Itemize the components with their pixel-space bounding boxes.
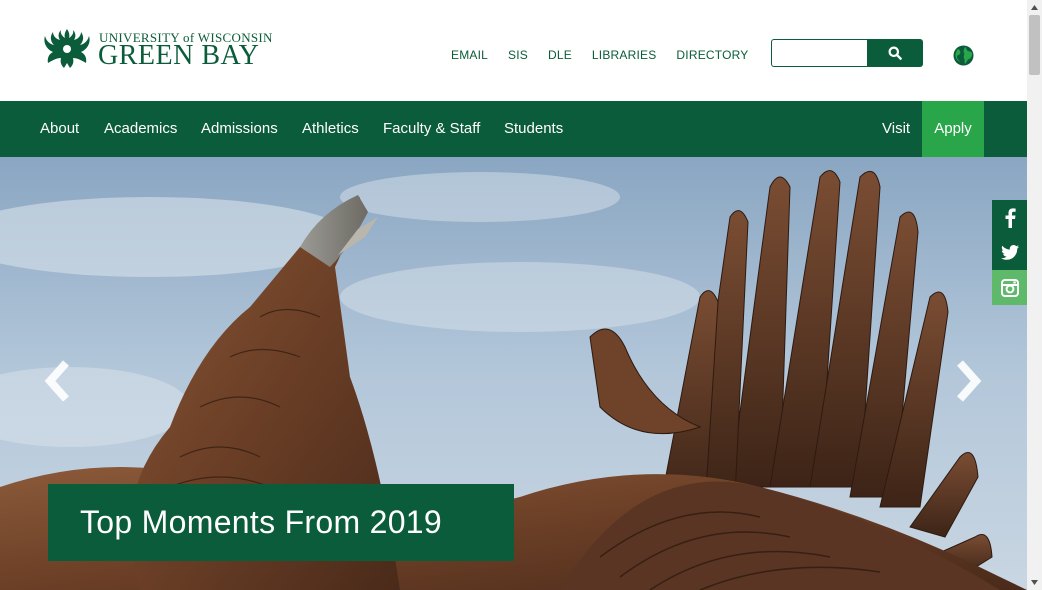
- hero-caption[interactable]: Top Moments From 2019: [48, 484, 514, 561]
- university-logo[interactable]: UNIVERSITY of WISCONSIN GREEN BAY: [43, 27, 272, 71]
- main-nav: About Academics Admissions Athletics Fac…: [0, 101, 1027, 157]
- search-button[interactable]: [867, 39, 923, 67]
- nav-item-academics[interactable]: Academics: [104, 101, 177, 157]
- phoenix-logo-icon: [44, 29, 90, 68]
- utility-link-directory[interactable]: DIRECTORY: [676, 48, 748, 62]
- utility-link-email[interactable]: EMAIL: [451, 48, 488, 62]
- instagram-icon: [1000, 278, 1019, 297]
- page-scrollbar[interactable]: [1027, 0, 1042, 590]
- nav-item-about[interactable]: About: [40, 101, 79, 157]
- utility-link-sis[interactable]: SIS: [508, 48, 528, 62]
- search-input[interactable]: [771, 39, 871, 67]
- nav-item-admissions[interactable]: Admissions: [201, 101, 278, 157]
- nav-item-athletics[interactable]: Athletics: [302, 101, 359, 157]
- site-header: UNIVERSITY of WISCONSIN GREEN BAY EMAIL …: [0, 0, 1027, 101]
- globe-icon[interactable]: [953, 45, 974, 66]
- twitter-icon: [1000, 245, 1019, 260]
- hero-carousel: Top Moments From 2019: [0, 157, 1027, 590]
- nav-item-apply[interactable]: Apply: [922, 101, 984, 157]
- search-form: [771, 39, 923, 67]
- chevron-left-icon[interactable]: [40, 357, 76, 405]
- logo-green-bay-text: GREEN BAY: [98, 40, 260, 71]
- utility-link-dle[interactable]: DLE: [548, 48, 572, 62]
- utility-links: EMAIL SIS DLE LIBRARIES DIRECTORY: [451, 48, 768, 62]
- facebook-button[interactable]: [992, 200, 1027, 235]
- chevron-right-icon[interactable]: [950, 357, 986, 405]
- facebook-icon: [1005, 207, 1016, 228]
- scrollbar-thumb[interactable]: [1029, 15, 1040, 75]
- scroll-down-arrow-icon[interactable]: [1027, 575, 1042, 590]
- twitter-button[interactable]: [992, 235, 1027, 270]
- nav-item-students[interactable]: Students: [504, 101, 563, 157]
- scroll-up-arrow-icon[interactable]: [1027, 0, 1042, 15]
- nav-item-faculty-staff[interactable]: Faculty & Staff: [383, 101, 480, 157]
- nav-item-visit[interactable]: Visit: [882, 101, 910, 157]
- search-icon: [888, 46, 902, 60]
- page: UNIVERSITY of WISCONSIN GREEN BAY EMAIL …: [0, 0, 1027, 590]
- utility-link-libraries[interactable]: LIBRARIES: [592, 48, 657, 62]
- instagram-button[interactable]: [992, 270, 1027, 305]
